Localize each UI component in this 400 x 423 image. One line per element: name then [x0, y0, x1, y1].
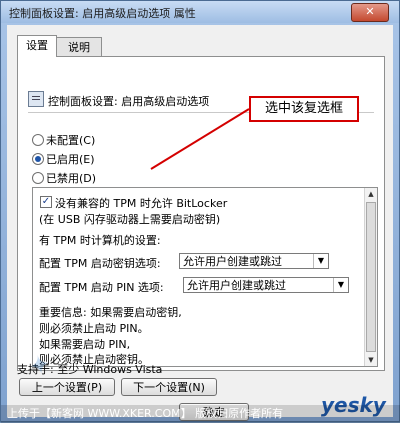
- callout-arrow: [150, 108, 250, 170]
- upload-footer: 上传于【新客网 WWW.XKER.COM】 版权归原作者所有: [1, 405, 400, 423]
- properties-dialog: 控制面板设置: 启用高级启动选项 属性 ✕ 设置 说明 控制面板设置: 启用高级…: [0, 0, 400, 423]
- callout-label: 选中该复选框: [249, 96, 359, 122]
- tab-settings[interactable]: 设置: [17, 35, 57, 57]
